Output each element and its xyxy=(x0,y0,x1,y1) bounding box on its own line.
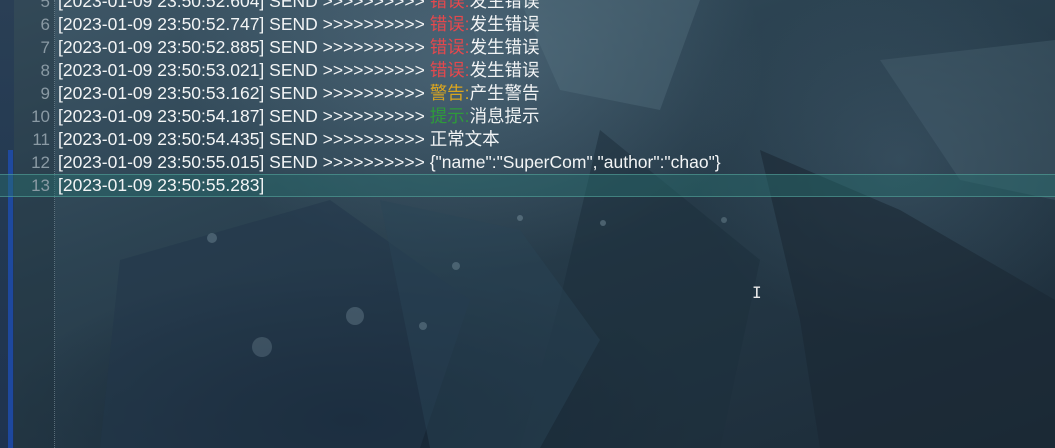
line-text: [2023-01-09 23:50:54.187] SEND >>>>>>>>>… xyxy=(58,106,540,126)
current-log-line[interactable]: 13 [2023-01-09 23:50:55.283] xyxy=(0,174,1055,197)
line-text: [2023-01-09 23:50:53.021] SEND >>>>>>>>>… xyxy=(58,60,540,80)
line-text: [2023-01-09 23:50:55.015] SEND >>>>>>>>>… xyxy=(58,152,721,172)
line-text: [2023-01-09 23:50:52.747] SEND >>>>>>>>>… xyxy=(58,14,540,34)
log-line[interactable]: 12 [2023-01-09 23:50:55.015] SEND >>>>>>… xyxy=(0,151,1055,174)
message: 发生错误 xyxy=(469,60,540,80)
log-line[interactable]: 9 [2023-01-09 23:50:53.162] SEND >>>>>>>… xyxy=(0,82,1055,105)
message: 发生错误 xyxy=(469,14,540,34)
line-number: 7 xyxy=(40,38,50,57)
message: 发生错误 xyxy=(469,37,540,57)
line-number: 13 xyxy=(31,176,50,195)
tag-label: 错误: xyxy=(429,37,470,57)
tag-label: 提示: xyxy=(429,106,470,126)
log-line[interactable]: 5 [2023-01-09 23:50:52.604] SEND >>>>>>>… xyxy=(0,0,1055,13)
message: 消息提示 xyxy=(469,106,540,126)
tag-label: 错误: xyxy=(429,60,470,80)
log-line[interactable]: 10 [2023-01-09 23:50:54.187] SEND >>>>>>… xyxy=(0,105,1055,128)
line-number: 12 xyxy=(31,153,50,172)
log-line[interactable]: 8 [2023-01-09 23:50:53.021] SEND >>>>>>>… xyxy=(0,59,1055,82)
line-number: 11 xyxy=(32,130,50,149)
message: 发生错误 xyxy=(469,0,540,11)
line-text: [2023-01-09 23:50:54.435] SEND >>>>>>>>>… xyxy=(58,129,500,149)
log-line[interactable]: 6 [2023-01-09 23:50:52.747] SEND >>>>>>>… xyxy=(0,13,1055,36)
line-number: 9 xyxy=(40,84,50,103)
tag-label: 警告: xyxy=(429,83,470,103)
tag-label: 错误: xyxy=(429,14,470,34)
line-text: [2023-01-09 23:50:52.885] SEND >>>>>>>>>… xyxy=(58,37,540,57)
log-line[interactable]: 11 [2023-01-09 23:50:54.435] SEND >>>>>>… xyxy=(0,128,1055,151)
line-number: 10 xyxy=(31,107,50,126)
message: 正常文本 xyxy=(429,129,500,149)
line-text: [2023-01-09 23:50:55.283] xyxy=(58,175,265,195)
line-number: 6 xyxy=(40,15,50,34)
line-text: [2023-01-09 23:50:53.162] SEND >>>>>>>>>… xyxy=(58,83,540,103)
log-line[interactable]: 7 [2023-01-09 23:50:52.885] SEND >>>>>>>… xyxy=(0,36,1055,59)
message: {"name":"SuperCom","author":"chao"} xyxy=(429,152,721,172)
line-number: 8 xyxy=(40,61,50,80)
message: 产生警告 xyxy=(469,83,540,103)
text-cursor-icon: I xyxy=(752,283,762,302)
tag-label: 错误: xyxy=(429,0,470,11)
log-editor[interactable]: 5 [2023-01-09 23:50:52.604] SEND >>>>>>>… xyxy=(0,0,1055,197)
line-number: 5 xyxy=(40,0,50,11)
line-text: [2023-01-09 23:50:52.604] SEND >>>>>>>>>… xyxy=(58,0,540,13)
